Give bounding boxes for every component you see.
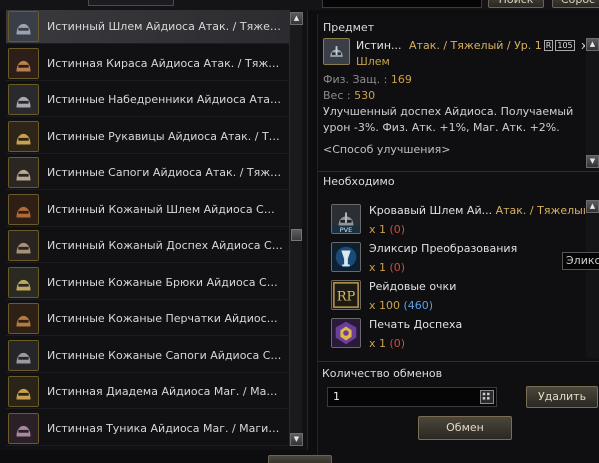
info-scroll-up[interactable]: ▲ — [586, 38, 599, 51]
raid-points-icon[interactable]: RP — [331, 280, 361, 310]
helmet-icon[interactable] — [323, 38, 350, 65]
list-item[interactable]: Истинные Сапоги Айдиоса Атак. / Тяжелы..… — [6, 156, 290, 190]
required-scroll-up[interactable]: ▲ — [586, 200, 599, 213]
delete-button[interactable]: Удалить — [526, 386, 598, 408]
required-item-qty: x 1 (0) — [369, 261, 406, 274]
list-item-label: Истинные Набедренники Айдиоса Атак. / Т.… — [47, 93, 283, 106]
list-item-label: Истинный Шлем Айдиоса Атак. / Тяжелый... — [47, 20, 283, 33]
scroll-down-button[interactable]: ▼ — [290, 433, 303, 446]
required-item-name: Кровавый Шлем Ай... — [369, 204, 493, 217]
list-item-label: Истинные Рукавицы Айдиоса Атак. / Тяже..… — [47, 129, 283, 143]
required-item-name: Рейдовые очки — [369, 280, 457, 293]
blood-helmet-icon[interactable]: PVE — [331, 204, 361, 234]
list-item-label: Истинные Кожаные Перчатки Айдиоса См... — [47, 312, 283, 325]
required-item-name: Эликсир Преобразования — [369, 242, 518, 255]
item-name: Истин... — [356, 39, 402, 52]
list-item-label: Истинный Кожаный Доспех Айдиоса Смер... — [47, 239, 283, 252]
required-item-type: Атак. / Тяжелый — [495, 204, 585, 217]
level-badge: 105 — [555, 40, 575, 51]
required-item: Печать Доспеха x 1 (0) — [331, 318, 583, 354]
info-scrollbar[interactable]: ▲ ▼ — [586, 38, 599, 168]
list-item-label: Истинные Сапоги Айдиоса Атак. / Тяжелы..… — [47, 166, 283, 179]
divider — [318, 361, 599, 362]
leather-gloves-icon — [8, 303, 39, 334]
divider — [318, 171, 599, 172]
bottom-button[interactable] — [268, 455, 332, 463]
required-item: RP Рейдовые очки x 100 (460) — [331, 280, 583, 316]
list-item-label: Истинная Кираса Айдиоса Атак. / Тяжелы..… — [47, 56, 283, 70]
cuirass-icon — [8, 47, 39, 79]
list-scrollbar[interactable]: ▲ ▼ — [289, 12, 303, 446]
list-item[interactable]: Истинная Туника Айдиоса Маг. / Магичес..… — [6, 412, 290, 446]
required-section-title: Необходимо — [323, 175, 395, 188]
item-category: Шлем — [356, 55, 390, 68]
list-item-label: Истинная Диадема Айдиоса Маг. / Магич... — [47, 385, 283, 398]
list-item[interactable]: Истинные Кожаные Сапоги Айдиоса Смер... — [6, 339, 290, 373]
tunic-icon — [8, 412, 39, 444]
list-item[interactable]: Истинные Рукавицы Айдиоса Атак. / Тяже..… — [6, 120, 290, 154]
item-header-text: Истин... Атак. / Тяжелый / Ур. 1R105 x1 … — [356, 38, 585, 70]
tooltip: Эликс — [562, 252, 599, 270]
leather-armor-icon — [8, 230, 39, 261]
rank-badge: R — [543, 40, 554, 51]
helmet-icon — [8, 11, 39, 42]
list-item[interactable]: Истинный Кожаный Доспех Айдиоса Смер... — [6, 229, 290, 263]
exchange-count-label: Количество обменов — [322, 367, 443, 380]
required-list: PVE Кровавый Шлем Ай... Атак. / Тяжелый R… — [323, 200, 585, 358]
exchange-button[interactable]: Обмен — [418, 416, 512, 440]
info-scroll-down[interactable]: ▼ — [586, 155, 599, 168]
armor-seal-icon[interactable] — [331, 318, 361, 348]
required-item: Эликсир Преобразования x 1 (0) — [331, 242, 583, 278]
leather-helmet-icon — [8, 193, 39, 225]
top-strip: Поиск Сброс — [0, 0, 599, 10]
list-item[interactable]: Истинный Шлем Айдиоса Атак. / Тяжелый... — [6, 10, 290, 44]
list-item-label: Истинная Туника Айдиоса Маг. / Магичес..… — [47, 421, 283, 435]
elixir-icon[interactable] — [331, 242, 361, 272]
boots-icon — [8, 157, 39, 188]
item-info: Истин... Атак. / Тяжелый / Ур. 1R105 x1 … — [323, 38, 585, 168]
leather-boots-icon — [8, 339, 39, 371]
leather-pants-icon — [8, 266, 39, 298]
item-list-panel: Истинный Шлем Айдиоса Атак. / Тяжелый...… — [0, 10, 308, 450]
required-item-qty: x 1 (0) — [369, 337, 406, 350]
list-item[interactable]: Истинные Набедренники Айдиоса Атак. / Т.… — [6, 83, 290, 117]
list-item-label: Истинный Кожаный Шлем Айдиоса Смерт... — [47, 202, 283, 216]
item-count: x1 — [581, 39, 585, 52]
item-header: Истин... Атак. / Тяжелый / Ур. 1R105 x1 … — [323, 38, 585, 70]
reset-button[interactable]: Сброс — [552, 0, 599, 8]
item-list: Истинный Шлем Айдиоса Атак. / Тяжелый...… — [6, 10, 290, 448]
svg-text:PVE: PVE — [340, 226, 353, 233]
required-item-name: Печать Доспеха — [369, 318, 463, 331]
greaves-icon — [8, 84, 39, 115]
calculator-icon[interactable] — [480, 390, 494, 404]
diadem-icon — [8, 376, 39, 407]
scroll-up-button[interactable]: ▲ — [290, 12, 303, 25]
list-item-label: Истинные Кожаные Брюки Айдиоса Смерт... — [47, 275, 283, 289]
upgrade-method-link[interactable]: <Способ улучшения> — [323, 142, 585, 158]
list-item[interactable]: Истинная Диадема Айдиоса Маг. / Магич... — [6, 375, 290, 409]
exchange-count-input[interactable]: 1 — [327, 387, 497, 407]
stat-weight: Вес : 530 — [323, 89, 376, 102]
item-section-title: Предмет — [323, 21, 375, 34]
search-input[interactable] — [322, 0, 482, 8]
svg-text:RP: RP — [337, 290, 356, 305]
stat-phys-def: Физ. Защ. : 169 — [323, 73, 412, 86]
category-tab[interactable] — [88, 0, 174, 6]
item-stats: Физ. Защ. : 169 Вес : 530 Улучшенный дос… — [323, 72, 585, 158]
required-scrollbar[interactable]: ▲ — [586, 200, 599, 358]
list-item[interactable]: Истинные Кожаные Перчатки Айдиоса См... — [6, 302, 290, 336]
required-item-qty: x 100 (460) — [369, 299, 434, 312]
list-item[interactable]: Истинные Кожаные Брюки Айдиоса Смерт... — [6, 266, 290, 300]
scroll-thumb[interactable] — [291, 229, 302, 241]
list-item[interactable]: Истинный Кожаный Шлем Айдиоса Смерт... — [6, 193, 290, 227]
item-type: Атак. / Тяжелый / Ур. 1 — [409, 39, 542, 52]
list-item[interactable]: Истинная Кираса Айдиоса Атак. / Тяжелы..… — [6, 47, 290, 81]
list-item-label: Истинные Кожаные Сапоги Айдиоса Смер... — [47, 348, 283, 362]
search-button[interactable]: Поиск — [488, 0, 544, 8]
gauntlets-icon — [8, 120, 39, 152]
required-item: PVE Кровавый Шлем Ай... Атак. / ТяжелыйR… — [331, 204, 585, 240]
item-description: Улучшенный доспех Айдиоса. Получаемый ур… — [323, 105, 574, 134]
required-item-qty: x 1 (0) — [369, 223, 406, 236]
